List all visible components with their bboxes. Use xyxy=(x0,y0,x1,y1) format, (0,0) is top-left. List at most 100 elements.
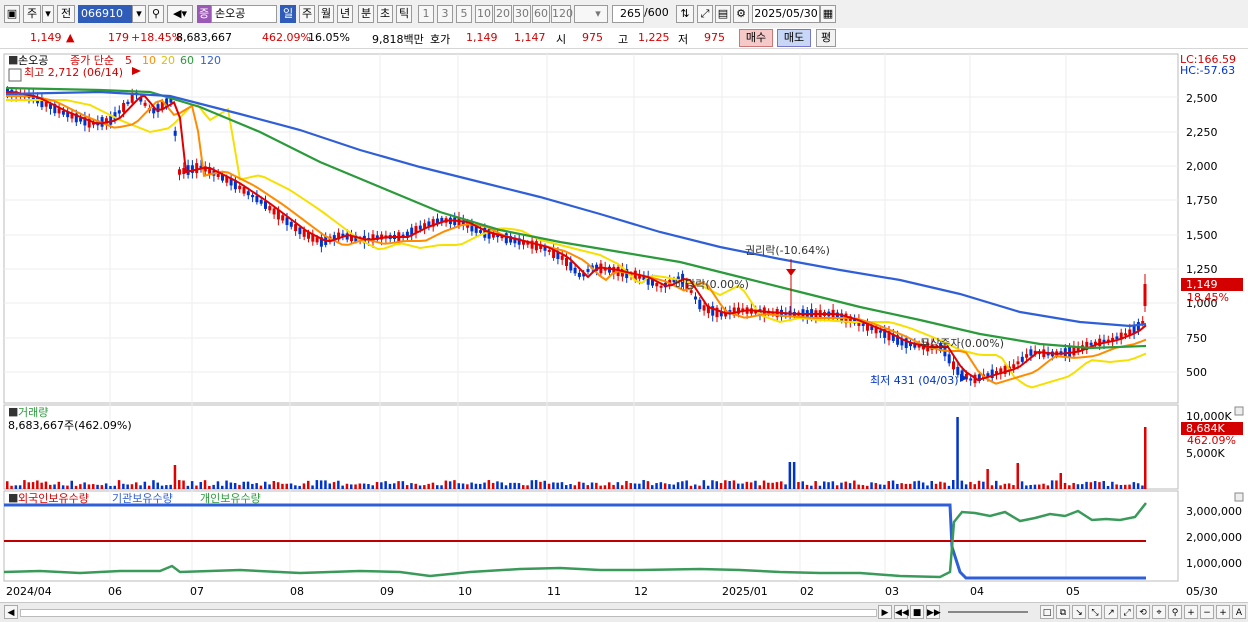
volume-bar xyxy=(711,480,714,489)
tool-icon-4[interactable]: ⤡ xyxy=(1088,605,1102,619)
scroll-right-icon[interactable]: ▶ xyxy=(878,605,892,619)
date-input[interactable]: 2025/05/30 xyxy=(752,5,820,23)
tab-month[interactable]: 월 xyxy=(318,5,334,23)
x-axis-label: 05/30 xyxy=(1186,585,1218,598)
stock-name-field[interactable]: 손오공 xyxy=(211,5,277,23)
sound-icon[interactable]: ◀▾ xyxy=(167,5,193,23)
volume-bar xyxy=(504,485,508,489)
zoom-icon[interactable]: ⇅ xyxy=(676,5,694,23)
candle-body xyxy=(268,206,272,211)
volume-bar xyxy=(139,485,142,489)
volume-bar xyxy=(276,482,280,489)
volume-bar xyxy=(423,485,426,489)
tab-day[interactable]: 일 xyxy=(280,5,296,23)
code-dropdown-icon[interactable]: ▾ xyxy=(132,5,146,23)
period-dropdown-icon[interactable]: ▾ xyxy=(42,5,54,23)
volume-bar xyxy=(999,485,1002,489)
zoom-slider[interactable] xyxy=(948,611,1028,613)
prev-button[interactable]: 전 xyxy=(57,5,75,23)
chart-svg[interactable]: ■ 손오공 종가 단순 5 10 20 60 120 최고 2,712 (06/… xyxy=(0,52,1248,602)
volume-bar xyxy=(444,480,448,489)
volume-bar xyxy=(797,482,800,489)
volume-bar xyxy=(1093,481,1097,489)
crosshair-icon[interactable]: ⤢ xyxy=(697,5,713,23)
candle-body xyxy=(251,194,255,198)
interval-60[interactable]: 60 xyxy=(532,5,550,23)
plus-icon[interactable]: + xyxy=(1216,605,1230,619)
volume-bar xyxy=(57,481,61,489)
sell-button[interactable]: 매도 xyxy=(777,29,811,47)
candle-body xyxy=(1020,356,1024,362)
legend-ma60: 60 xyxy=(180,54,194,67)
interval-10[interactable]: 10 xyxy=(475,5,493,23)
x-axis-label: 10 xyxy=(458,585,472,598)
tab-minute[interactable]: 분 xyxy=(358,5,374,23)
volume-bar xyxy=(31,482,35,489)
candle-body xyxy=(1136,322,1140,331)
volume-bar xyxy=(745,481,749,489)
volume-bar xyxy=(633,483,637,489)
custom-interval-select[interactable]: ▾ xyxy=(574,5,608,23)
scroll-left-icon[interactable]: ◀ xyxy=(4,605,18,619)
gear-icon[interactable]: ⚙ xyxy=(733,5,749,23)
volume-bar xyxy=(543,480,546,489)
font-icon[interactable]: A xyxy=(1232,605,1246,619)
buy-button[interactable]: 매수 xyxy=(739,29,773,47)
interval-120[interactable]: 120 xyxy=(551,5,573,23)
interval-1[interactable]: 1 xyxy=(418,5,434,23)
candle-body xyxy=(272,208,276,215)
bar-count-input[interactable]: 265 xyxy=(612,5,644,23)
tab-week[interactable]: 주 xyxy=(299,5,315,23)
zoom-out-icon[interactable]: − xyxy=(1200,605,1214,619)
tool-icon-2[interactable]: ⧉ xyxy=(1056,605,1070,619)
period-select[interactable]: 주 xyxy=(23,5,41,23)
tool-icon-1[interactable]: □ xyxy=(1040,605,1054,619)
candle-body xyxy=(294,224,298,232)
volume-bar xyxy=(225,480,228,489)
scroll-first-icon[interactable]: ◀◀ xyxy=(894,605,909,619)
tab-tick[interactable]: 틱 xyxy=(396,5,412,23)
interval-20[interactable]: 20 xyxy=(494,5,512,23)
tool-icon-6[interactable]: ⤢ xyxy=(1120,605,1134,619)
tool-icon-7[interactable]: ⟲ xyxy=(1136,605,1150,619)
high-annotation: 최고 2,712 (06/14) xyxy=(24,66,123,79)
search-icon[interactable]: ⚲ xyxy=(148,5,164,23)
scroll-last-icon[interactable]: ▶▶ xyxy=(926,605,941,619)
volume-bar xyxy=(534,480,538,489)
interval-5[interactable]: 5 xyxy=(456,5,472,23)
window-icon[interactable]: ▣ xyxy=(4,5,20,23)
tool-icon-5[interactable]: ↗ xyxy=(1104,605,1118,619)
volume-close-icon[interactable] xyxy=(1234,406,1244,416)
volume-bar xyxy=(840,482,843,489)
zoom-in-icon[interactable]: + xyxy=(1184,605,1198,619)
volume-bar xyxy=(500,482,503,489)
legend-table-icon[interactable] xyxy=(8,68,22,82)
volume-bar xyxy=(122,483,125,489)
calendar-icon[interactable]: ▦ xyxy=(820,5,836,23)
magnify-icon[interactable]: ⚲ xyxy=(1168,605,1182,619)
holding-close-icon[interactable] xyxy=(1234,492,1244,502)
chart-scrollbar[interactable]: ◀ ▶ ◀◀ ■ ▶▶ □ ⧉ ↘ ⤡ ↗ ⤢ ⟲ ⌖ ⚲ + − + A xyxy=(0,602,1248,622)
x-axis-label: 12 xyxy=(634,585,648,598)
tab-year[interactable]: 년 xyxy=(337,5,353,23)
volume-bar xyxy=(509,482,512,489)
candle-body xyxy=(195,163,199,174)
volume-bar xyxy=(1132,482,1136,489)
interval-3[interactable]: 3 xyxy=(437,5,453,23)
tab-second[interactable]: 초 xyxy=(377,5,393,23)
evaluate-button[interactable]: 평 xyxy=(816,29,836,47)
stock-code-input[interactable]: 066910 xyxy=(78,5,132,23)
volume-axis-label: 5,000K xyxy=(1186,447,1225,460)
interval-30[interactable]: 30 xyxy=(513,5,531,23)
volume-bar xyxy=(113,485,116,489)
volume-bar xyxy=(513,482,516,489)
scroll-stop-icon[interactable]: ■ xyxy=(910,605,924,619)
volume-bar xyxy=(814,481,817,489)
volume-bar xyxy=(590,482,594,489)
tool-icon-3[interactable]: ↘ xyxy=(1072,605,1086,619)
tool-icon-8[interactable]: ⌖ xyxy=(1152,605,1166,619)
scroll-track[interactable] xyxy=(20,609,877,617)
volume-bar xyxy=(896,483,899,489)
save-icon[interactable]: ▤ xyxy=(715,5,731,23)
candle-body xyxy=(577,272,581,277)
